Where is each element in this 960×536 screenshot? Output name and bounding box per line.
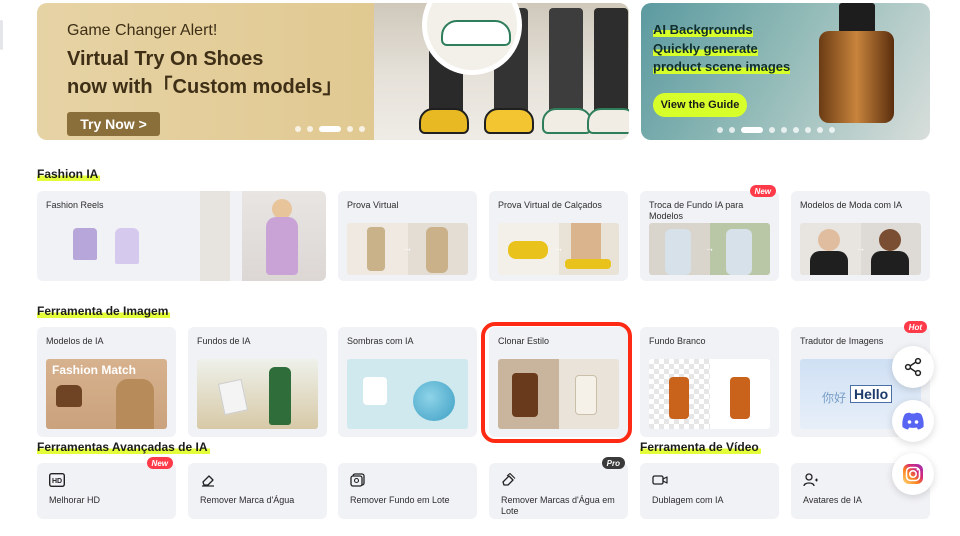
carousel-dot[interactable] xyxy=(295,126,301,132)
section-title-image-tools: Ferramenta de Imagem xyxy=(37,304,171,318)
discord-button[interactable] xyxy=(892,400,934,442)
banner-title-line-1: Virtual Try On Shoes xyxy=(67,48,264,70)
card-image: Fashion Match xyxy=(46,359,167,429)
instagram-button[interactable] xyxy=(892,453,934,495)
card-image: → xyxy=(649,223,770,275)
carousel-dot[interactable] xyxy=(829,127,835,133)
video-camera-icon xyxy=(652,475,668,485)
card-prova-virtual-calcados[interactable]: Prova Virtual de Calçados → xyxy=(489,191,628,281)
tool-dublagem-ia[interactable]: Dublagem com IA xyxy=(640,463,779,519)
tool-label: Remover Marca d'Água xyxy=(200,495,295,505)
hd-icon: HD xyxy=(49,473,65,487)
carousel-dot[interactable] xyxy=(805,127,811,133)
section-title-video-tools: Ferramenta de Vídeo xyxy=(640,440,761,454)
banner-virtual-try-on-shoes[interactable]: Game Changer Alert! Virtual Try On Shoes… xyxy=(37,3,629,140)
new-badge: New xyxy=(146,457,173,469)
banner-tag: AI Backgrounds xyxy=(653,22,753,37)
tool-remover-fundo-lote[interactable]: Remover Fundo em Lote xyxy=(338,463,477,519)
batch-bg-icon xyxy=(350,473,365,487)
carousel-dot-active[interactable] xyxy=(319,126,341,132)
carousel-dot[interactable] xyxy=(359,126,365,132)
card-troca-fundo-modelos[interactable]: New Troca de Fundo IA para Modelos → xyxy=(640,185,779,281)
reels-frames xyxy=(200,191,230,281)
card-label: Fundo Branco xyxy=(649,336,706,346)
reels-dress-lilac xyxy=(115,228,139,264)
translate-target-text: Hello xyxy=(850,385,893,403)
hot-badge: Hot xyxy=(903,321,927,333)
carousel-dot[interactable] xyxy=(717,127,723,133)
tool-label: Avatares de IA xyxy=(803,495,862,505)
svg-text:HD: HD xyxy=(52,478,62,485)
carousel-dot[interactable] xyxy=(781,127,787,133)
tool-label: Remover Marcas d'Água em Lote xyxy=(501,495,615,516)
section-title-fashion: Fashion IA xyxy=(37,167,101,181)
banner-title-line-2: now with「Custom models」 xyxy=(67,76,343,98)
carousel-dot[interactable] xyxy=(729,127,735,133)
tool-remover-marcas-agua-lote[interactable]: Pro Remover Marcas d'Água em Lote xyxy=(489,457,628,519)
banner-ai-backgrounds[interactable]: AI Backgrounds Quickly generate product … xyxy=(641,3,930,140)
banner-title: Virtual Try On Shoes now with「Custom mod… xyxy=(67,45,343,101)
carousel-dot[interactable] xyxy=(769,127,775,133)
new-badge: New xyxy=(749,185,776,197)
view-guide-button[interactable]: View the Guide xyxy=(653,93,747,117)
carousel-dots[interactable] xyxy=(717,127,835,133)
card-image xyxy=(649,359,770,429)
card-label: Modelos de Moda com IA xyxy=(800,200,903,210)
tool-label: Dublagem com IA xyxy=(652,495,724,505)
card-label: Fundos de IA xyxy=(197,336,251,346)
carousel-dots[interactable] xyxy=(295,126,365,132)
eraser-icon xyxy=(202,475,214,487)
try-now-button[interactable]: Try Now > xyxy=(67,112,160,136)
pro-badge: Pro xyxy=(601,457,625,469)
carousel-dot-active[interactable] xyxy=(741,127,763,133)
card-fashion-reels[interactable]: Fashion Reels xyxy=(37,191,326,281)
card-label: Modelos de IA xyxy=(46,336,104,346)
card-image: → xyxy=(800,223,921,275)
card-image xyxy=(347,359,468,429)
card-fundos-ia[interactable]: Fundos de IA xyxy=(188,327,327,437)
card-modelos-moda-ia[interactable]: Modelos de Moda com IA → xyxy=(791,191,930,281)
carousel-dot[interactable] xyxy=(307,126,313,132)
reels-model xyxy=(242,191,326,281)
card-label: Prova Virtual de Calçados xyxy=(498,200,602,210)
card-image: → xyxy=(347,223,468,275)
discord-icon xyxy=(902,412,924,430)
card-image xyxy=(197,359,318,429)
carousel-dot[interactable] xyxy=(347,126,353,132)
share-button[interactable] xyxy=(892,346,934,388)
perfume-cap xyxy=(839,3,875,33)
card-label: Sombras com IA xyxy=(347,336,414,346)
card-prova-virtual[interactable]: Prova Virtual → xyxy=(338,191,477,281)
card-sombras-ia[interactable]: Sombras com IA xyxy=(338,327,477,437)
tool-label: Melhorar HD xyxy=(49,495,101,505)
translate-source-text: 你好 xyxy=(822,391,847,405)
card-label: Tradutor de Imagens xyxy=(800,336,884,346)
edge-mark xyxy=(0,20,3,50)
perfume-bottle xyxy=(819,31,894,123)
banner-line-1: Quickly generate xyxy=(653,41,758,56)
card-label: Troca de Fundo IA para Modelos xyxy=(649,200,744,221)
card-fundo-branco[interactable]: Fundo Branco xyxy=(640,327,779,437)
share-icon xyxy=(904,357,922,377)
carousel-dot[interactable] xyxy=(793,127,799,133)
card-image: → xyxy=(498,223,619,275)
fashion-match-text: Fashion Match xyxy=(52,363,137,377)
card-label: Prova Virtual xyxy=(347,200,399,210)
section-title-advanced-tools: Ferramentas Avançadas de IA xyxy=(37,440,210,454)
instagram-icon xyxy=(903,464,923,484)
reels-dress-purple xyxy=(73,228,97,260)
card-modelos-ia[interactable]: Modelos de IA Fashion Match xyxy=(37,327,176,437)
carousel-dot[interactable] xyxy=(817,127,823,133)
selection-highlight xyxy=(481,322,632,443)
tool-label: Remover Fundo em Lote xyxy=(350,495,450,505)
tool-remover-marca-agua[interactable]: Remover Marca d'Água xyxy=(188,463,327,519)
batch-eraser-icon xyxy=(502,473,516,486)
banner-tag: Game Changer Alert! xyxy=(67,22,218,39)
banner-line-2: product scene images xyxy=(653,59,791,74)
tool-melhorar-hd[interactable]: New HD Melhorar HD xyxy=(37,457,176,519)
avatar-icon xyxy=(803,473,818,487)
